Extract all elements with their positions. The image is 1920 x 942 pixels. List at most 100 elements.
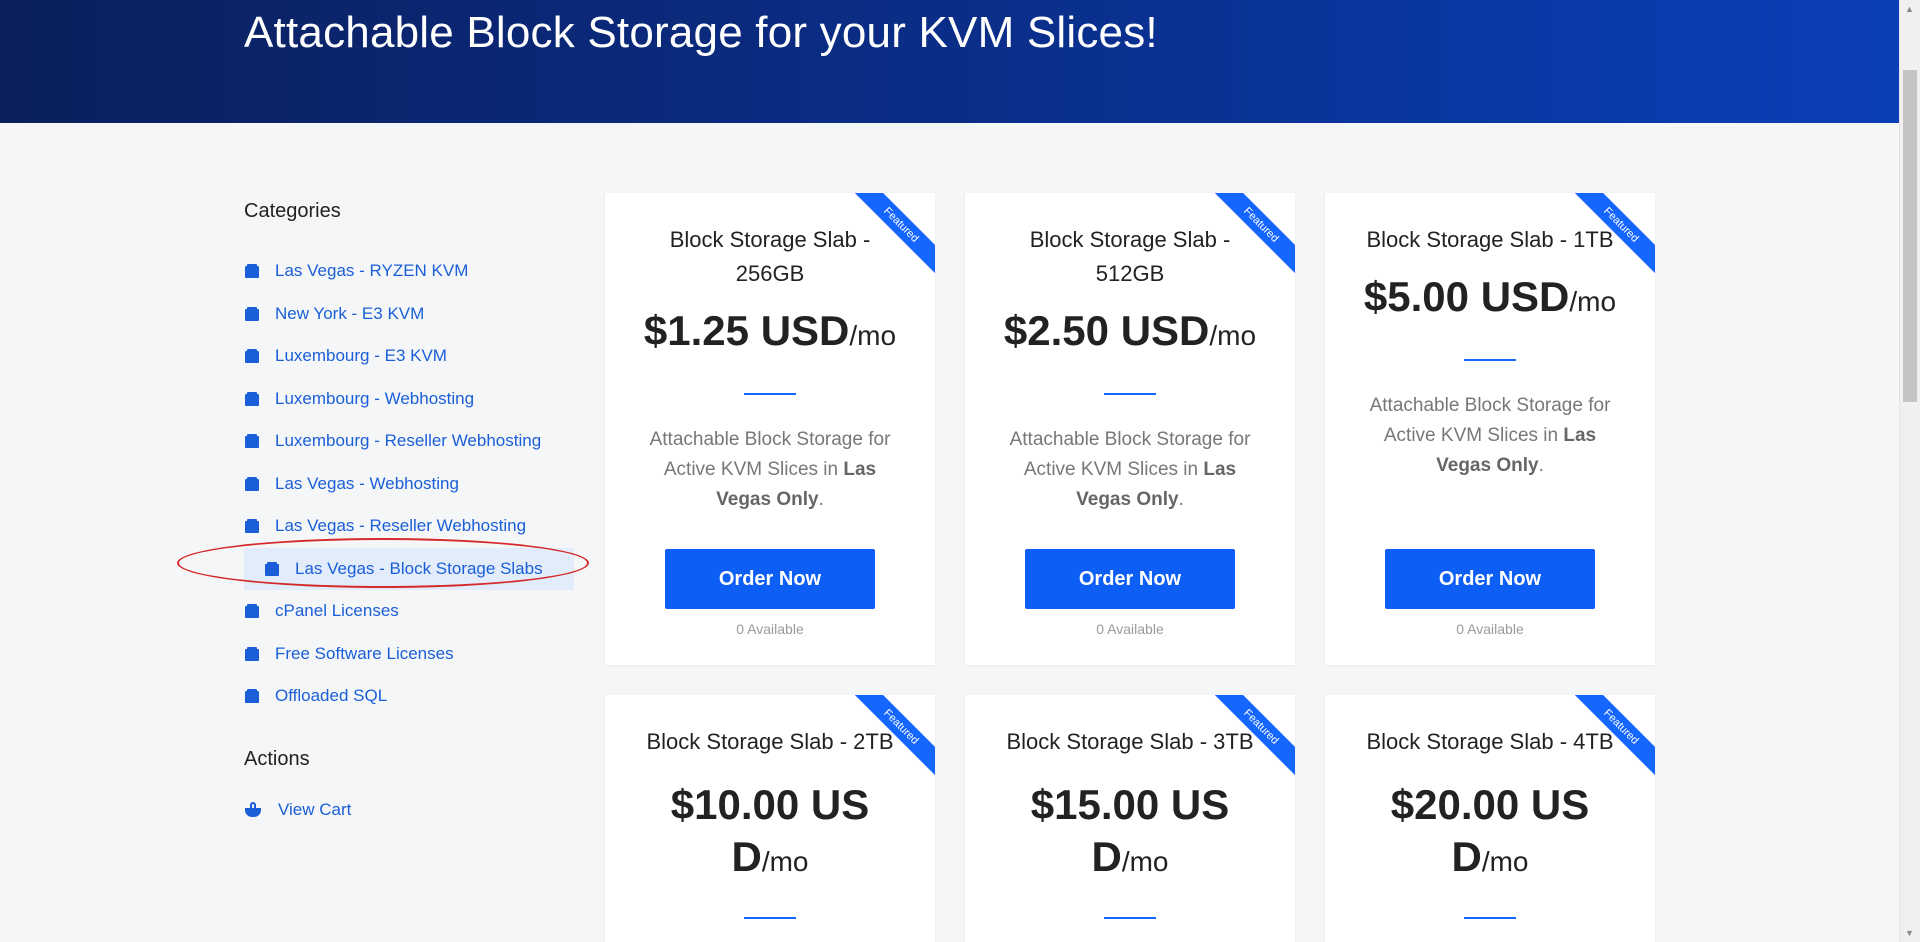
price-period: /mo — [1209, 320, 1257, 351]
view-cart-label: View Cart — [278, 800, 352, 819]
category-luxembourg-webhosting[interactable]: Luxembourg - Webhosting — [244, 378, 574, 421]
order-now-button[interactable]: Order Now — [665, 549, 875, 609]
product-card: Featured Block Storage Slab - 256GB $1.2… — [605, 193, 935, 665]
product-description: Attachable Block Storage for Active KVM … — [995, 425, 1265, 515]
availability: 0 Available — [1456, 621, 1524, 637]
cube-icon — [245, 476, 259, 491]
product-card: Featured Block Storage Slab - 4TB $20.00… — [1325, 695, 1655, 942]
availability: 0 Available — [1096, 621, 1164, 637]
divider — [1104, 917, 1156, 919]
desc-text: . — [1538, 455, 1544, 476]
category-cpanel-licenses[interactable]: cPanel Licenses — [244, 590, 574, 633]
category-free-software-licenses[interactable]: Free Software Licenses — [244, 633, 574, 676]
category-label: Las Vegas - Block Storage Slabs — [295, 558, 543, 578]
category-las-vegas-ryzen-kvm[interactable]: Las Vegas - RYZEN KVM — [244, 250, 574, 293]
category-label: cPanel Licenses — [275, 601, 399, 621]
product-price: $1.25 USD/mo — [605, 305, 935, 367]
product-title: Block Storage Slab - 2TB — [646, 729, 894, 754]
scrollbar-thumb[interactable] — [1903, 70, 1917, 402]
category-las-vegas-block-storage-slabs[interactable]: Las Vegas - Block Storage Slabs — [244, 547, 574, 590]
category-label: Luxembourg - Webhosting — [275, 388, 475, 408]
product-price: $20.00 US D/mo — [1325, 779, 1655, 893]
category-offloaded-sql[interactable]: Offloaded SQL — [244, 675, 574, 718]
category-label: Free Software Licenses — [275, 643, 454, 663]
category-label: Luxembourg - E3 KVM — [275, 346, 447, 366]
product-card: Featured Block Storage Slab - 512GB $2.5… — [965, 193, 1295, 665]
desc-bold: Vegas Only — [1436, 455, 1539, 476]
cube-icon — [265, 561, 279, 576]
price-period: /mo — [849, 320, 897, 351]
category-label: Offloaded SQL — [275, 686, 388, 706]
price-amount: D — [1451, 833, 1482, 880]
category-las-vegas-webhosting[interactable]: Las Vegas - Webhosting — [244, 463, 574, 506]
product-description: Attachable Block Storage for Active KVM … — [1355, 391, 1625, 481]
desc-bold: Vegas Only — [716, 489, 819, 510]
desc-text: . — [1178, 489, 1184, 510]
product-title-line: Block Storage Slab - — [669, 227, 871, 252]
page-title: Attachable Block Storage for your KVM Sl… — [244, 8, 1158, 57]
product-title: Block Storage Slab - 256GB — [605, 223, 935, 291]
desc-text: Active KVM Slices in — [663, 459, 844, 480]
price-amount: $5.00 USD — [1363, 273, 1570, 320]
cube-icon — [245, 646, 259, 661]
product-price: $2.50 USD/mo — [965, 305, 1295, 367]
product-card: Featured Block Storage Slab - 2TB $10.00… — [605, 695, 935, 942]
category-label: Las Vegas - Reseller Webhosting — [275, 516, 527, 536]
category-las-vegas-reseller-webhosting[interactable]: Las Vegas - Reseller Webhosting — [244, 505, 574, 548]
desc-text: Attachable Block Storage for — [649, 429, 891, 450]
product-price: $5.00 USD/mo — [1325, 271, 1655, 333]
cube-icon — [245, 689, 259, 704]
page-scrollbar[interactable]: ▲ ▼ — [1899, 0, 1920, 942]
cube-icon — [245, 349, 259, 364]
cube-icon — [245, 391, 259, 406]
category-label: Las Vegas - Webhosting — [275, 473, 459, 493]
cube-icon — [245, 264, 259, 279]
scroll-up-arrow-icon[interactable]: ▲ — [1905, 4, 1914, 14]
divider — [1464, 917, 1516, 919]
cube-icon — [245, 519, 259, 534]
basket-icon — [244, 802, 262, 818]
category-luxembourg-e3-kvm[interactable]: Luxembourg - E3 KVM — [244, 335, 574, 378]
categories-list: Las Vegas - RYZEN KVM New York - E3 KVM … — [244, 250, 574, 718]
order-now-button[interactable]: Order Now — [1025, 549, 1235, 609]
price-amount: D — [731, 833, 762, 880]
price-period: /mo — [1121, 846, 1169, 877]
desc-text: Active KVM Slices in — [1023, 459, 1204, 480]
scroll-down-arrow-icon[interactable]: ▼ — [1905, 928, 1914, 938]
category-luxembourg-reseller-webhosting[interactable]: Luxembourg - Reseller Webhosting — [244, 420, 574, 463]
category-label: Las Vegas - RYZEN KVM — [275, 261, 469, 281]
categories-heading: Categories — [244, 200, 341, 222]
product-card: Featured Block Storage Slab - 3TB $15.00… — [965, 695, 1295, 942]
price-period: /mo — [761, 846, 809, 877]
product-title-line: Block Storage Slab - — [1029, 227, 1231, 252]
category-label: Luxembourg - Reseller Webhosting — [275, 431, 542, 451]
product-title-line: 512GB — [1095, 261, 1165, 286]
desc-text: Attachable Block Storage for — [1369, 395, 1611, 416]
view-cart-link[interactable]: View Cart — [244, 800, 351, 820]
desc-text: Active KVM Slices in — [1383, 425, 1564, 446]
availability: 0 Available — [736, 621, 804, 637]
price-amount: $20.00 US — [1390, 781, 1590, 828]
price-amount: $15.00 US — [1030, 781, 1230, 828]
product-description: Attachable Block Storage for Active KVM … — [635, 425, 905, 515]
actions-heading: Actions — [244, 748, 310, 770]
category-new-york-e3-kvm[interactable]: New York - E3 KVM — [244, 293, 574, 336]
desc-bold: Las — [1203, 459, 1237, 480]
product-price: $15.00 US D/mo — [965, 779, 1295, 893]
price-amount: $10.00 US — [670, 781, 870, 828]
hero-banner: Attachable Block Storage for your KVM Sl… — [0, 0, 1899, 123]
product-title-line: 256GB — [735, 261, 805, 286]
order-now-button[interactable]: Order Now — [1385, 549, 1595, 609]
price-period: /mo — [1481, 846, 1529, 877]
product-title: Block Storage Slab - 1TB — [1325, 223, 1655, 257]
desc-bold: Vegas Only — [1076, 489, 1179, 510]
divider — [744, 917, 796, 919]
product-title-line: Block Storage Slab - 1TB — [1366, 227, 1614, 252]
desc-text: . — [818, 489, 824, 510]
product-title: Block Storage Slab - 512GB — [965, 223, 1295, 291]
desc-bold: Las — [1563, 425, 1597, 446]
product-price: $10.00 US D/mo — [605, 779, 935, 893]
price-amount: $2.50 USD — [1003, 307, 1210, 354]
desc-text: Attachable Block Storage for — [1009, 429, 1251, 450]
product-card: Featured Block Storage Slab - 1TB $5.00 … — [1325, 193, 1655, 665]
